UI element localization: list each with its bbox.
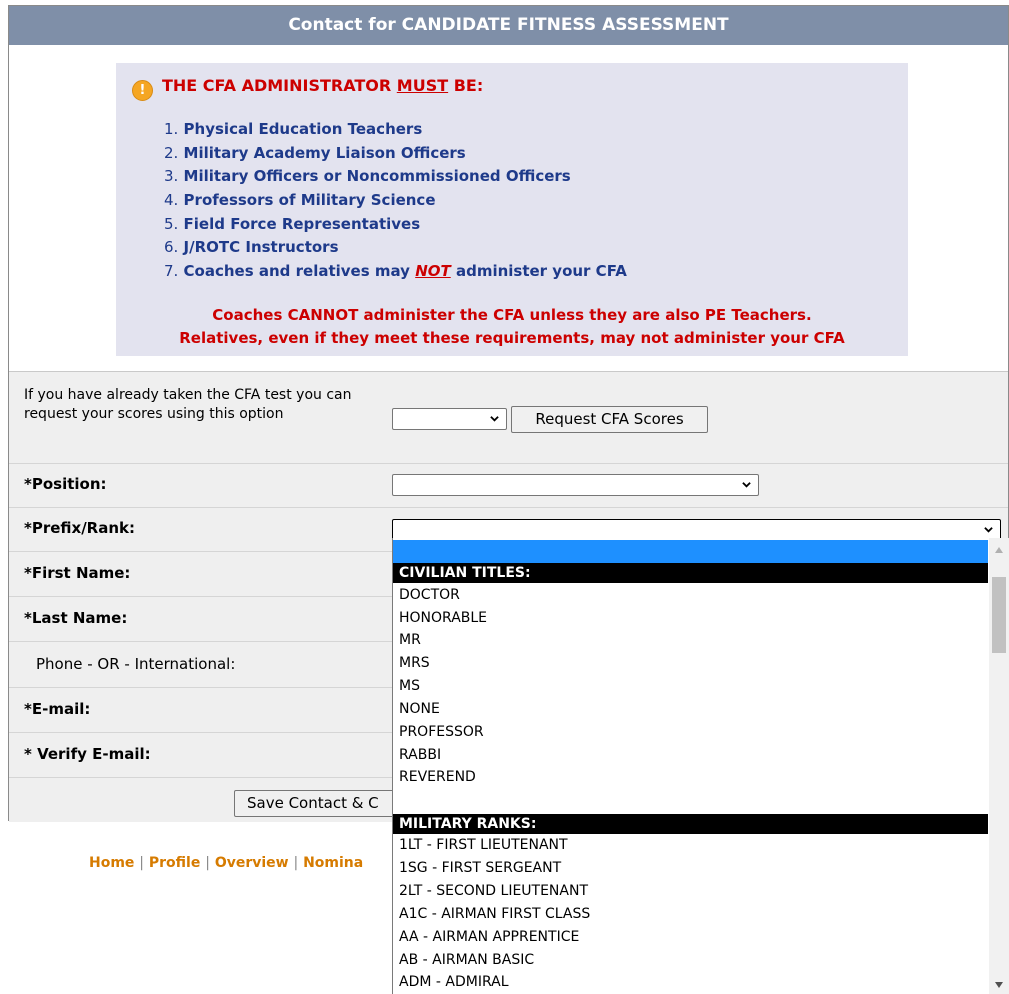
footer-nav: Home | Profile | Overview | Nomina (89, 855, 363, 871)
request-scores-row: If you have already taken the CFA test y… (9, 372, 1008, 464)
scroll-up-arrow-icon[interactable] (994, 546, 1004, 554)
dropdown-group-civilian: CIVILIAN TITLES: (393, 563, 988, 583)
footer-link-profile[interactable]: Profile (149, 855, 200, 871)
dropdown-option[interactable]: PROFESSOR (393, 721, 988, 744)
request-cfa-scores-button[interactable]: Request CFA Scores (511, 406, 708, 433)
scrollbar-thumb[interactable] (992, 577, 1006, 653)
requirements-title: ! THE CFA ADMINISTRATOR MUST BE: (132, 73, 483, 101)
save-contact-button[interactable]: Save Contact & C (234, 790, 404, 817)
requirements-list: 1. Physical Education Teachers 2. Milita… (164, 118, 627, 284)
prefix-rank-dropdown-list[interactable]: CIVILIAN TITLES: DOCTOR HONORABLE MR MRS… (392, 538, 1009, 994)
dropdown-option[interactable]: ADM - ADMIRAL (393, 971, 988, 994)
dropdown-option[interactable]: AA - AIRMAN APPRENTICE (393, 926, 988, 949)
footer-separator: | (139, 855, 145, 871)
coaches-note: Coaches CANNOT administer the CFA unless… (212, 306, 812, 324)
dropdown-option[interactable]: RABBI (393, 744, 988, 767)
position-row: *Position: (9, 464, 1008, 508)
requirement-item: 6. J/ROTC Instructors (164, 238, 339, 257)
chevron-down-icon (490, 416, 499, 422)
dropdown-option[interactable]: DOCTOR (393, 584, 988, 607)
dropdown-option[interactable]: NONE (393, 698, 988, 721)
request-scores-select[interactable] (392, 408, 507, 430)
dropdown-option[interactable]: MR (393, 629, 988, 652)
page-title: Contact for CANDIDATE FITNESS ASSESSMENT (9, 6, 1008, 45)
chevron-down-icon (984, 527, 993, 533)
footer-link-home[interactable]: Home (89, 855, 134, 871)
must-emphasis: MUST (396, 76, 449, 95)
footer-separator: | (293, 855, 299, 871)
dropdown-option-blank[interactable] (393, 540, 988, 563)
position-select[interactable] (392, 474, 759, 496)
requirement-item: 5. Field Force Representatives (164, 214, 421, 233)
requirement-item: 1. Physical Education Teachers (164, 120, 423, 138)
warning-icon: ! (132, 80, 153, 101)
requirement-item: 3. Military Officers or Noncommissioned … (164, 167, 571, 186)
dropdown-group-military: MILITARY RANKS: (393, 814, 988, 834)
request-scores-text: If you have already taken the CFA test y… (24, 387, 352, 422)
dropdown-option[interactable]: AB - AIRMAN BASIC (393, 949, 988, 972)
requirement-item: 2. Military Academy Liaison Officers (164, 143, 466, 162)
scroll-down-arrow-icon[interactable] (994, 981, 1004, 989)
last-name-label: *Last Name: (24, 609, 128, 627)
first-name-label: *First Name: (24, 564, 131, 582)
dropdown-option[interactable]: 1SG - FIRST SERGEANT (393, 857, 988, 880)
requirements-box: ! THE CFA ADMINISTRATOR MUST BE: 1. Physi… (116, 63, 908, 356)
dropdown-option[interactable]: 2LT - SECOND LIEUTENANT (393, 880, 988, 903)
requirements-notes: Coaches CANNOT administer the CFA unless… (116, 304, 908, 350)
relatives-note: Relatives, even if they meet these requi… (179, 329, 845, 347)
position-label: *Position: (24, 475, 107, 493)
dropdown-option[interactable]: 1LT - FIRST LIEUTENANT (393, 834, 988, 857)
chevron-down-icon (742, 482, 751, 488)
dropdown-scrollbar[interactable] (989, 538, 1009, 994)
dropdown-option[interactable]: MS (393, 675, 988, 698)
requirement-item: 4. Professors of Military Science (164, 191, 436, 210)
footer-link-nominations[interactable]: Nomina (303, 855, 363, 871)
email-label: *E-mail: (24, 700, 91, 718)
dropdown-option[interactable]: MRS (393, 652, 988, 675)
verify-email-label: * Verify E-mail: (24, 745, 151, 763)
requirement-item: 7. Coaches and relatives may NOT adminis… (164, 262, 627, 281)
dropdown-option[interactable]: HONORABLE (393, 607, 988, 630)
footer-link-overview[interactable]: Overview (215, 855, 289, 871)
dropdown-option[interactable]: REVEREND (393, 766, 988, 789)
footer-separator: | (205, 855, 210, 871)
dropdown-option[interactable]: A1C - AIRMAN FIRST CLASS (393, 903, 988, 926)
prefix-rank-label: *Prefix/Rank: (24, 519, 136, 537)
not-emphasis: NOT (415, 262, 451, 281)
phone-label: Phone - OR - International: (36, 655, 236, 673)
